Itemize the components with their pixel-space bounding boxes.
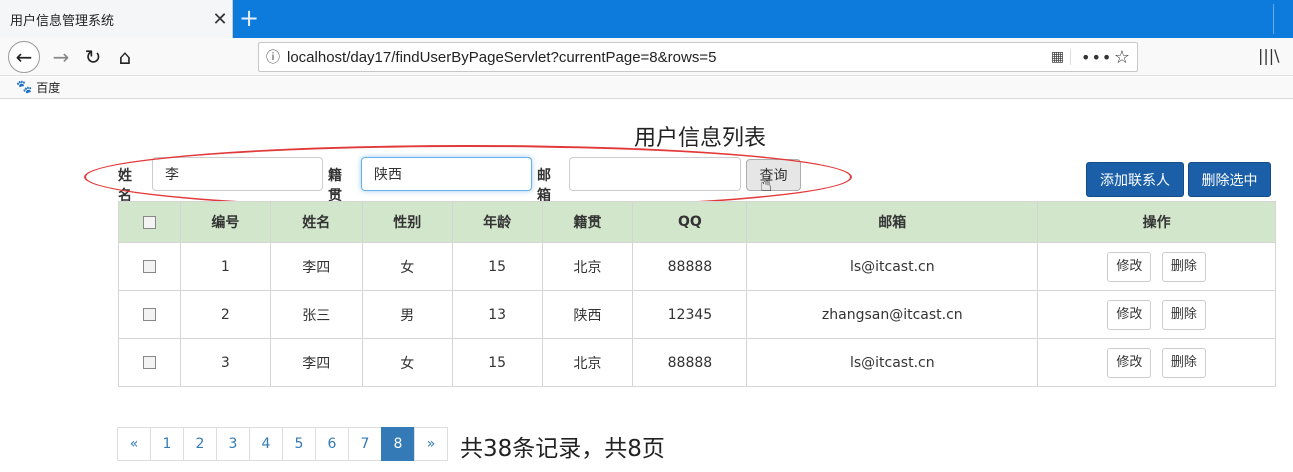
header-qq: QQ [632,201,748,243]
add-contact-button[interactable]: 添加联系人 [1086,162,1184,197]
page-link-2[interactable]: 2 [183,427,217,461]
email-label: 邮箱 [537,168,551,204]
close-icon[interactable]: ✕ [208,9,232,30]
library-icon[interactable]: |||\ [1258,46,1280,65]
bookmarks-toolbar: 🐾 百度 [0,77,1293,99]
delete-button[interactable]: 删除 [1161,299,1206,330]
address-label: 籍贯 [328,168,342,204]
header-age: 年龄 [451,201,543,243]
header-id: 编号 [179,201,271,243]
cell-email: zhangsan@itcast.cn [746,290,1039,339]
cell-age: 15 [451,338,543,387]
page-link-3[interactable]: 3 [216,427,250,461]
url-text[interactable]: localhost/day17/findUserByPageServlet?cu… [287,49,1045,66]
bookmark-star-icon[interactable]: ☆ [1107,47,1137,68]
cell-gender: 女 [361,242,453,291]
cell-actions: 修改 删除 [1037,242,1276,291]
edit-button[interactable]: 修改 [1107,251,1152,282]
page-title: 用户信息列表 [633,126,766,151]
row-select-cell[interactable] [118,338,181,387]
cell-qq: 88888 [632,338,748,387]
header-gender: 性别 [361,201,453,243]
header-address: 籍贯 [541,201,634,243]
cell-address: 北京 [541,242,634,291]
cell-id: 2 [179,290,271,339]
email-input[interactable] [569,157,741,191]
cell-gender: 男 [361,290,453,339]
edit-button[interactable]: 修改 [1107,299,1152,330]
header-email: 邮箱 [746,201,1039,243]
delete-selected-button[interactable]: 删除选中 [1188,162,1271,197]
cell-id: 1 [179,242,271,291]
name-label: 姓名 [118,168,132,204]
cell-gender: 女 [361,338,453,387]
bookmark-label: 百度 [36,81,61,95]
page-link-7[interactable]: 7 [348,427,382,461]
browser-tab[interactable]: 用户信息管理系统 ✕ [0,0,233,38]
cell-address: 陕西 [541,290,634,339]
header-name: 姓名 [269,201,363,243]
address-input[interactable] [361,157,532,191]
select-all-checkbox[interactable] [142,215,156,229]
forward-arrow-icon[interactable]: → [45,41,77,73]
cell-address: 北京 [541,338,634,387]
cell-name: 李四 [269,242,363,291]
next-page-link[interactable]: » [414,427,448,461]
pagination: « 1 2 3 4 5 6 7 8 » [117,427,448,461]
cell-qq: 12345 [632,290,748,339]
cell-qq: 88888 [632,242,748,291]
name-input[interactable] [152,157,323,191]
cell-actions: 修改 删除 [1037,290,1276,339]
table-row: 3 李四 女 15 北京 88888 ls@itcast.cn 修改 删除 [118,338,1276,387]
prev-page-link[interactable]: « [117,427,151,461]
address-bar[interactable]: ⓘ localhost/day17/findUserByPageServlet?… [258,42,1138,72]
qr-code-icon[interactable]: ▦ [1045,49,1071,65]
home-icon[interactable]: ⌂ [109,41,141,73]
table-row: 2 张三 男 13 陕西 12345 zhangsan@itcast.cn 修改… [118,290,1276,339]
total-records-text: 共38条记录，共8页 [460,436,665,462]
delete-button[interactable]: 删除 [1161,251,1206,282]
cell-email: ls@itcast.cn [746,242,1039,291]
cell-actions: 修改 删除 [1037,338,1276,387]
baidu-paw-icon: 🐾 [16,80,33,95]
header-actions: 操作 [1037,201,1276,243]
info-icon[interactable]: ⓘ [259,47,287,67]
edit-button[interactable]: 修改 [1107,347,1152,378]
new-tab-button[interactable]: + [234,4,264,34]
cell-name: 张三 [269,290,363,339]
page-link-1[interactable]: 1 [150,427,184,461]
reload-icon[interactable]: ↻ [77,41,109,73]
table-row: 1 李四 女 15 北京 88888 ls@itcast.cn 修改 删除 [118,242,1276,291]
cell-id: 3 [179,338,271,387]
row-checkbox[interactable] [142,260,156,273]
cell-age: 15 [451,242,543,291]
more-icon[interactable]: ••• [1081,48,1111,67]
navigation-bar: ← → ↻ ⌂ ⓘ localhost/day17/findUserByPage… [0,38,1293,76]
row-checkbox[interactable] [142,308,156,321]
window-edge [1273,4,1287,34]
hand-cursor-icon: ☝ [760,172,773,196]
cell-name: 李四 [269,338,363,387]
search-button[interactable]: 查询 [746,159,801,191]
cell-email: ls@itcast.cn [746,338,1039,387]
row-select-cell[interactable] [118,242,181,291]
page-link-5[interactable]: 5 [282,427,316,461]
page-link-4[interactable]: 4 [249,427,283,461]
select-all-cell[interactable] [118,201,181,243]
page-link-8-active[interactable]: 8 [381,427,415,461]
tab-title: 用户信息管理系统 [10,13,115,29]
row-select-cell[interactable] [118,290,181,339]
cell-age: 13 [451,290,543,339]
browser-tab-bar: 用户信息管理系统 ✕ + [0,0,1293,38]
row-checkbox[interactable] [142,356,156,369]
table-header-row: 编号 姓名 性别 年龄 籍贯 QQ 邮箱 操作 [118,201,1276,243]
bookmark-baidu[interactable]: 🐾 百度 [16,79,60,96]
users-table: 编号 姓名 性别 年龄 籍贯 QQ 邮箱 操作 1 李四 女 15 北京 888… [118,201,1276,387]
delete-button[interactable]: 删除 [1161,347,1206,378]
back-arrow-icon[interactable]: ← [8,41,40,73]
page-link-6[interactable]: 6 [315,427,349,461]
